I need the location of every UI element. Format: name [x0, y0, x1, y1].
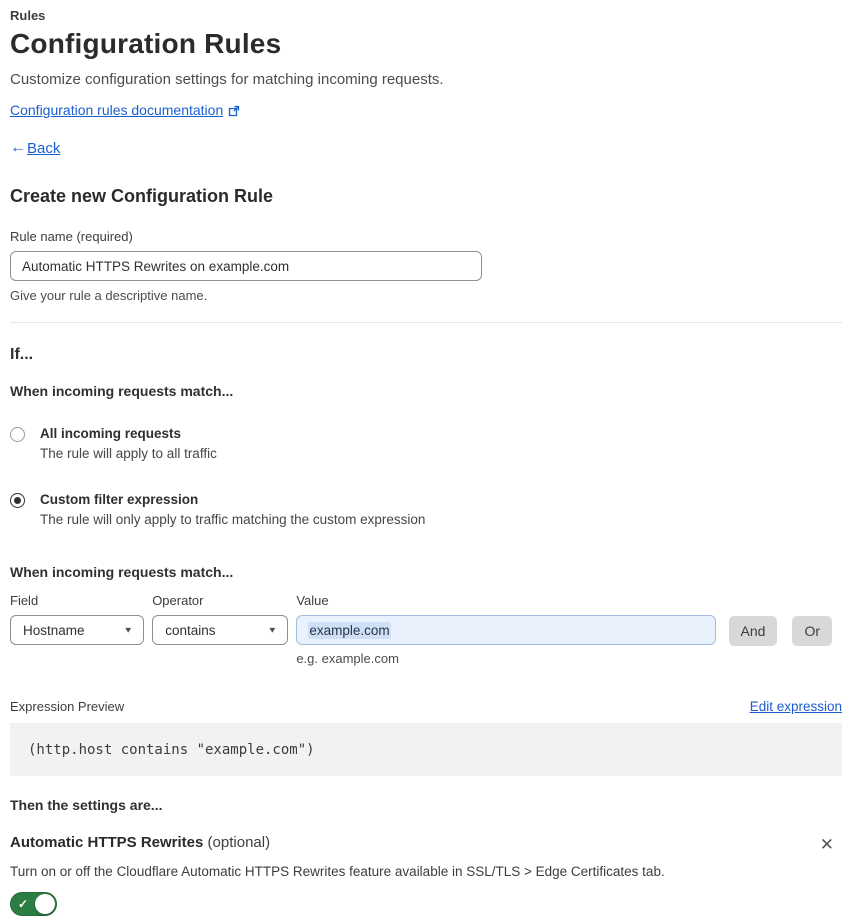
- close-icon[interactable]: ✕: [818, 834, 836, 855]
- setting-title-name: Automatic HTTPS Rewrites: [10, 834, 204, 851]
- option-label: Custom filter expression: [40, 492, 199, 507]
- option-description: The rule will only apply to traffic matc…: [40, 512, 426, 527]
- radio-selected-icon[interactable]: [10, 493, 25, 508]
- setting-optional-label: (optional): [203, 834, 271, 851]
- or-button[interactable]: Or: [792, 616, 832, 646]
- page-subtitle: Customize configuration settings for mat…: [10, 71, 444, 88]
- option-description: The rule will apply to all traffic: [40, 446, 217, 461]
- value-helper: e.g. example.com: [296, 651, 399, 666]
- value-input-text: example.com: [308, 621, 391, 639]
- value-input[interactable]: example.com: [296, 615, 716, 645]
- setting-card-header: Automatic HTTPS Rewrites (optional) ✕: [10, 834, 842, 855]
- chevron-down-icon: ▼: [267, 625, 278, 635]
- automatic-https-rewrites-toggle[interactable]: ✓: [10, 892, 57, 916]
- expression-builder-row: Field Hostname ▼ Operator contains ▼ Val…: [10, 593, 832, 666]
- radio-unselected-icon[interactable]: [10, 427, 25, 442]
- create-rule-heading: Create new Configuration Rule: [10, 186, 274, 206]
- setting-title: Automatic HTTPS Rewrites (optional): [10, 834, 270, 851]
- setting-description: Turn on or off the Cloudflare Automatic …: [10, 864, 665, 879]
- edit-expression-link[interactable]: Edit expression: [750, 699, 842, 714]
- operator-label: Operator: [152, 593, 204, 608]
- external-link-icon: [228, 105, 240, 117]
- configuration-rules-page: Rules Configuration Rules Customize conf…: [0, 0, 842, 921]
- value-label: Value: [296, 593, 329, 608]
- rule-name-input[interactable]: Automatic HTTPS Rewrites on example.com: [10, 251, 482, 281]
- expression-preview-code: (http.host contains "example.com"): [10, 723, 842, 776]
- and-button[interactable]: And: [728, 616, 778, 646]
- expression-preview-header: Expression Preview Edit expression: [10, 699, 842, 714]
- field-select-value: Hostname: [23, 622, 85, 638]
- operator-select-value: contains: [165, 622, 216, 638]
- rule-name-value: Automatic HTTPS Rewrites on example.com: [22, 258, 290, 274]
- operator-select[interactable]: contains ▼: [152, 615, 289, 645]
- match-options-group: All incoming requests The rule will appl…: [10, 426, 832, 527]
- documentation-link-row: Configuration rules documentation: [10, 102, 832, 118]
- documentation-link[interactable]: Configuration rules documentation: [10, 102, 223, 118]
- breadcrumb: Rules: [10, 8, 46, 23]
- chevron-down-icon: ▼: [123, 625, 134, 635]
- field-label: Field: [10, 593, 39, 608]
- page-title: Configuration Rules: [10, 28, 282, 59]
- section-divider: [10, 322, 842, 323]
- option-custom-filter-expression[interactable]: Custom filter expression The rule will o…: [10, 492, 832, 527]
- expression-preview-label: Expression Preview: [10, 699, 125, 714]
- back-link-row: ← Back: [10, 139, 832, 157]
- check-icon: ✓: [18, 897, 29, 911]
- toggle-knob: [35, 894, 55, 914]
- back-link[interactable]: Back: [27, 140, 60, 157]
- if-heading: If...: [10, 346, 34, 363]
- option-all-incoming-requests[interactable]: All incoming requests The rule will appl…: [10, 426, 832, 461]
- option-label: All incoming requests: [40, 426, 182, 441]
- back-arrow-icon: ←: [10, 139, 26, 156]
- rule-name-helper: Give your rule a descriptive name.: [10, 288, 208, 303]
- match-heading: When incoming requests match...: [10, 383, 234, 399]
- expression-builder-heading: When incoming requests match...: [10, 564, 234, 580]
- field-select[interactable]: Hostname ▼: [10, 615, 145, 645]
- rule-name-label: Rule name (required): [10, 229, 133, 244]
- then-settings-heading: Then the settings are...: [10, 797, 163, 813]
